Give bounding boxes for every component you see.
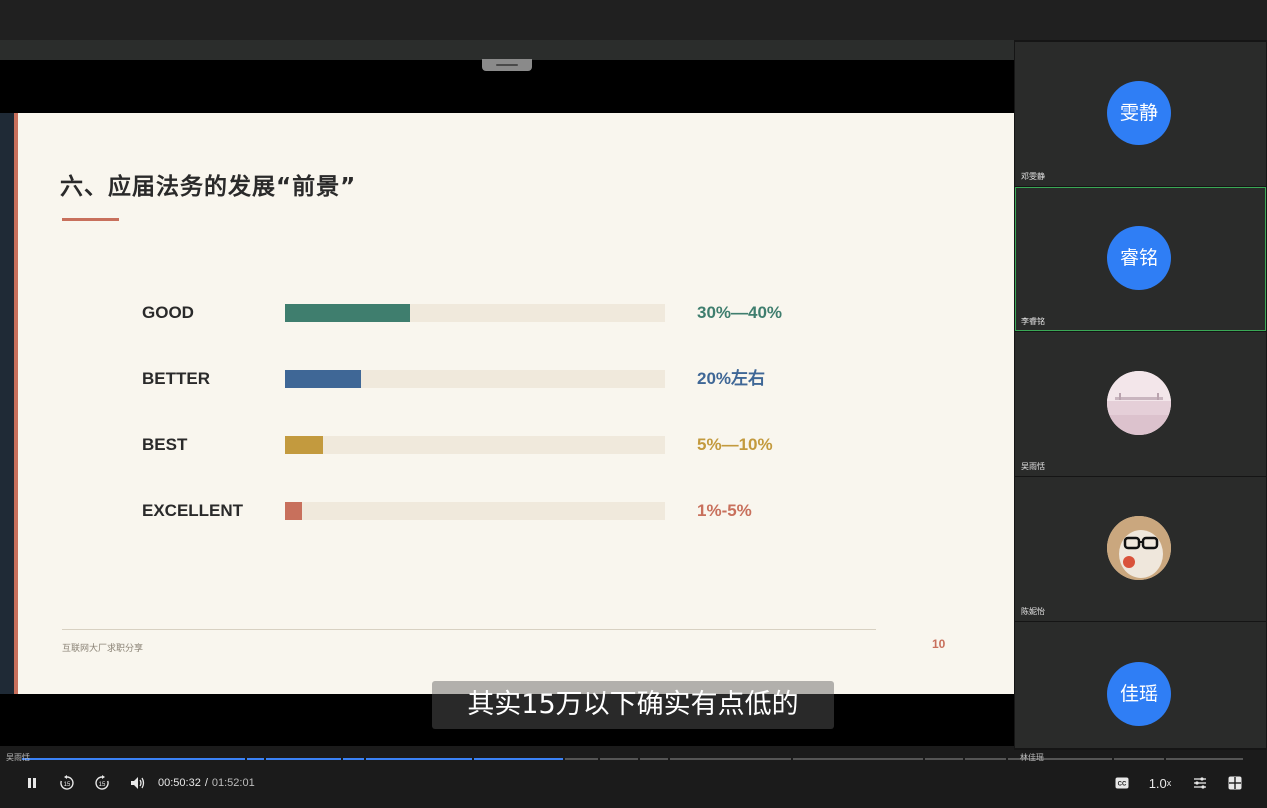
rewind-15-icon: 15 [60,775,74,790]
rate-label: EXCELLENT [142,501,244,520]
playback-speed-button[interactable]: 1.0 x [1145,772,1175,794]
slide-title: 六、应届法务的发展“前景” [60,174,357,200]
volume-icon [131,777,145,789]
participant-tile[interactable]: 雯静 邓雯静 [1015,42,1266,186]
grid-layout-icon [1228,776,1242,790]
slide-left-band [0,113,14,694]
rewind-button[interactable]: 15 [56,772,78,794]
rewind-seconds: 15 [64,782,71,788]
current-time: 00:50:32 [158,777,201,789]
speaker-name-left: 吴雨恬 [6,753,30,762]
slide-footer-text: 互联网大厂求职分享 [62,644,144,654]
rate-label: BEST [142,435,188,454]
title-underline [62,218,119,221]
rate-track [285,304,665,322]
subtitle-text: 其实15万以下确实有点低的 [467,689,799,720]
avatar: 睿铭 [1107,226,1171,290]
volume-button[interactable] [127,772,149,794]
time-display: 00:50:32/01:52:01 [158,772,255,794]
screen-share-handle[interactable] [482,59,532,71]
cat-with-glasses-icon [1107,516,1171,580]
svg-text:CC: CC [1118,782,1127,788]
rate-track [285,370,665,388]
captions-icon: CC [1115,777,1129,789]
pause-button[interactable] [22,772,42,794]
settings-button[interactable] [1190,772,1210,794]
participant-tile[interactable]: 陈妮怡 [1015,477,1266,621]
avatar: 雯静 [1107,81,1171,145]
player-controls: 15 15 00:50:32/01:52:01 CC 1.0 x [0,764,1267,808]
rate-bar [285,304,411,322]
participant-name: 李睿铭 [1021,317,1045,326]
rate-label: BETTER [142,369,210,388]
rate-value: 1%-5% [697,501,752,520]
slide-page-number: 10 [932,637,946,651]
participant-name: 邓雯静 [1021,172,1045,181]
top-bar [0,0,1267,40]
duration: 01:52:01 [211,777,255,789]
speed-suffix: x [1166,778,1172,788]
rate-row-good: GOOD 30%—40% [0,301,1014,325]
rate-bar [285,436,323,454]
avatar-photo [1107,371,1171,435]
rate-track [285,502,665,520]
layout-button[interactable] [1225,772,1245,794]
rate-value: 5%—10% [697,435,773,454]
rate-row-best: BEST 5%—10% [0,433,1014,457]
rate-value: 20%左右 [697,369,766,388]
screen-share-strip [0,40,1014,60]
sliders-icon [1194,777,1206,789]
rate-row-excellent: EXCELLENT 1%-5% [0,499,1014,523]
rate-row-better: BETTER 20%左右 [0,367,1014,391]
avatar: 佳瑶 [1107,662,1171,726]
rate-value: 30%—40% [697,303,783,322]
rate-bar [285,370,361,388]
participant-tile[interactable]: 睿铭 李睿铭 [1015,187,1266,331]
participant-tile[interactable]: 佳瑶 [1015,622,1266,748]
pause-icon [28,778,36,788]
forward-15-icon: 15 [95,775,109,790]
speed-value: 1.0 [1148,775,1167,791]
participant-name: 吴雨恬 [1021,462,1045,471]
rate-bar [285,502,303,520]
speaker-name-right: 林佳瑶 [1020,753,1044,762]
captions-button[interactable]: CC [1112,772,1132,794]
speaker-strip: 吴雨恬 林佳瑶 [0,750,1267,764]
participant-name: 陈妮怡 [1021,607,1045,616]
time-separator: / [204,777,208,789]
participant-tile[interactable]: 吴雨恬 [1015,332,1266,476]
presentation-slide: 六、应届法务的发展“前景” GOOD 30%—40% BETTER 20%左右 … [0,113,1014,694]
avatar-photo [1107,516,1171,580]
slide-footer-divider [62,629,876,630]
forward-seconds: 15 [99,782,106,788]
landscape-photo-icon [1107,371,1171,435]
rate-label: GOOD [142,303,194,322]
slide-accent-bar [14,113,18,694]
rate-track [285,436,665,454]
forward-button[interactable]: 15 [91,772,113,794]
